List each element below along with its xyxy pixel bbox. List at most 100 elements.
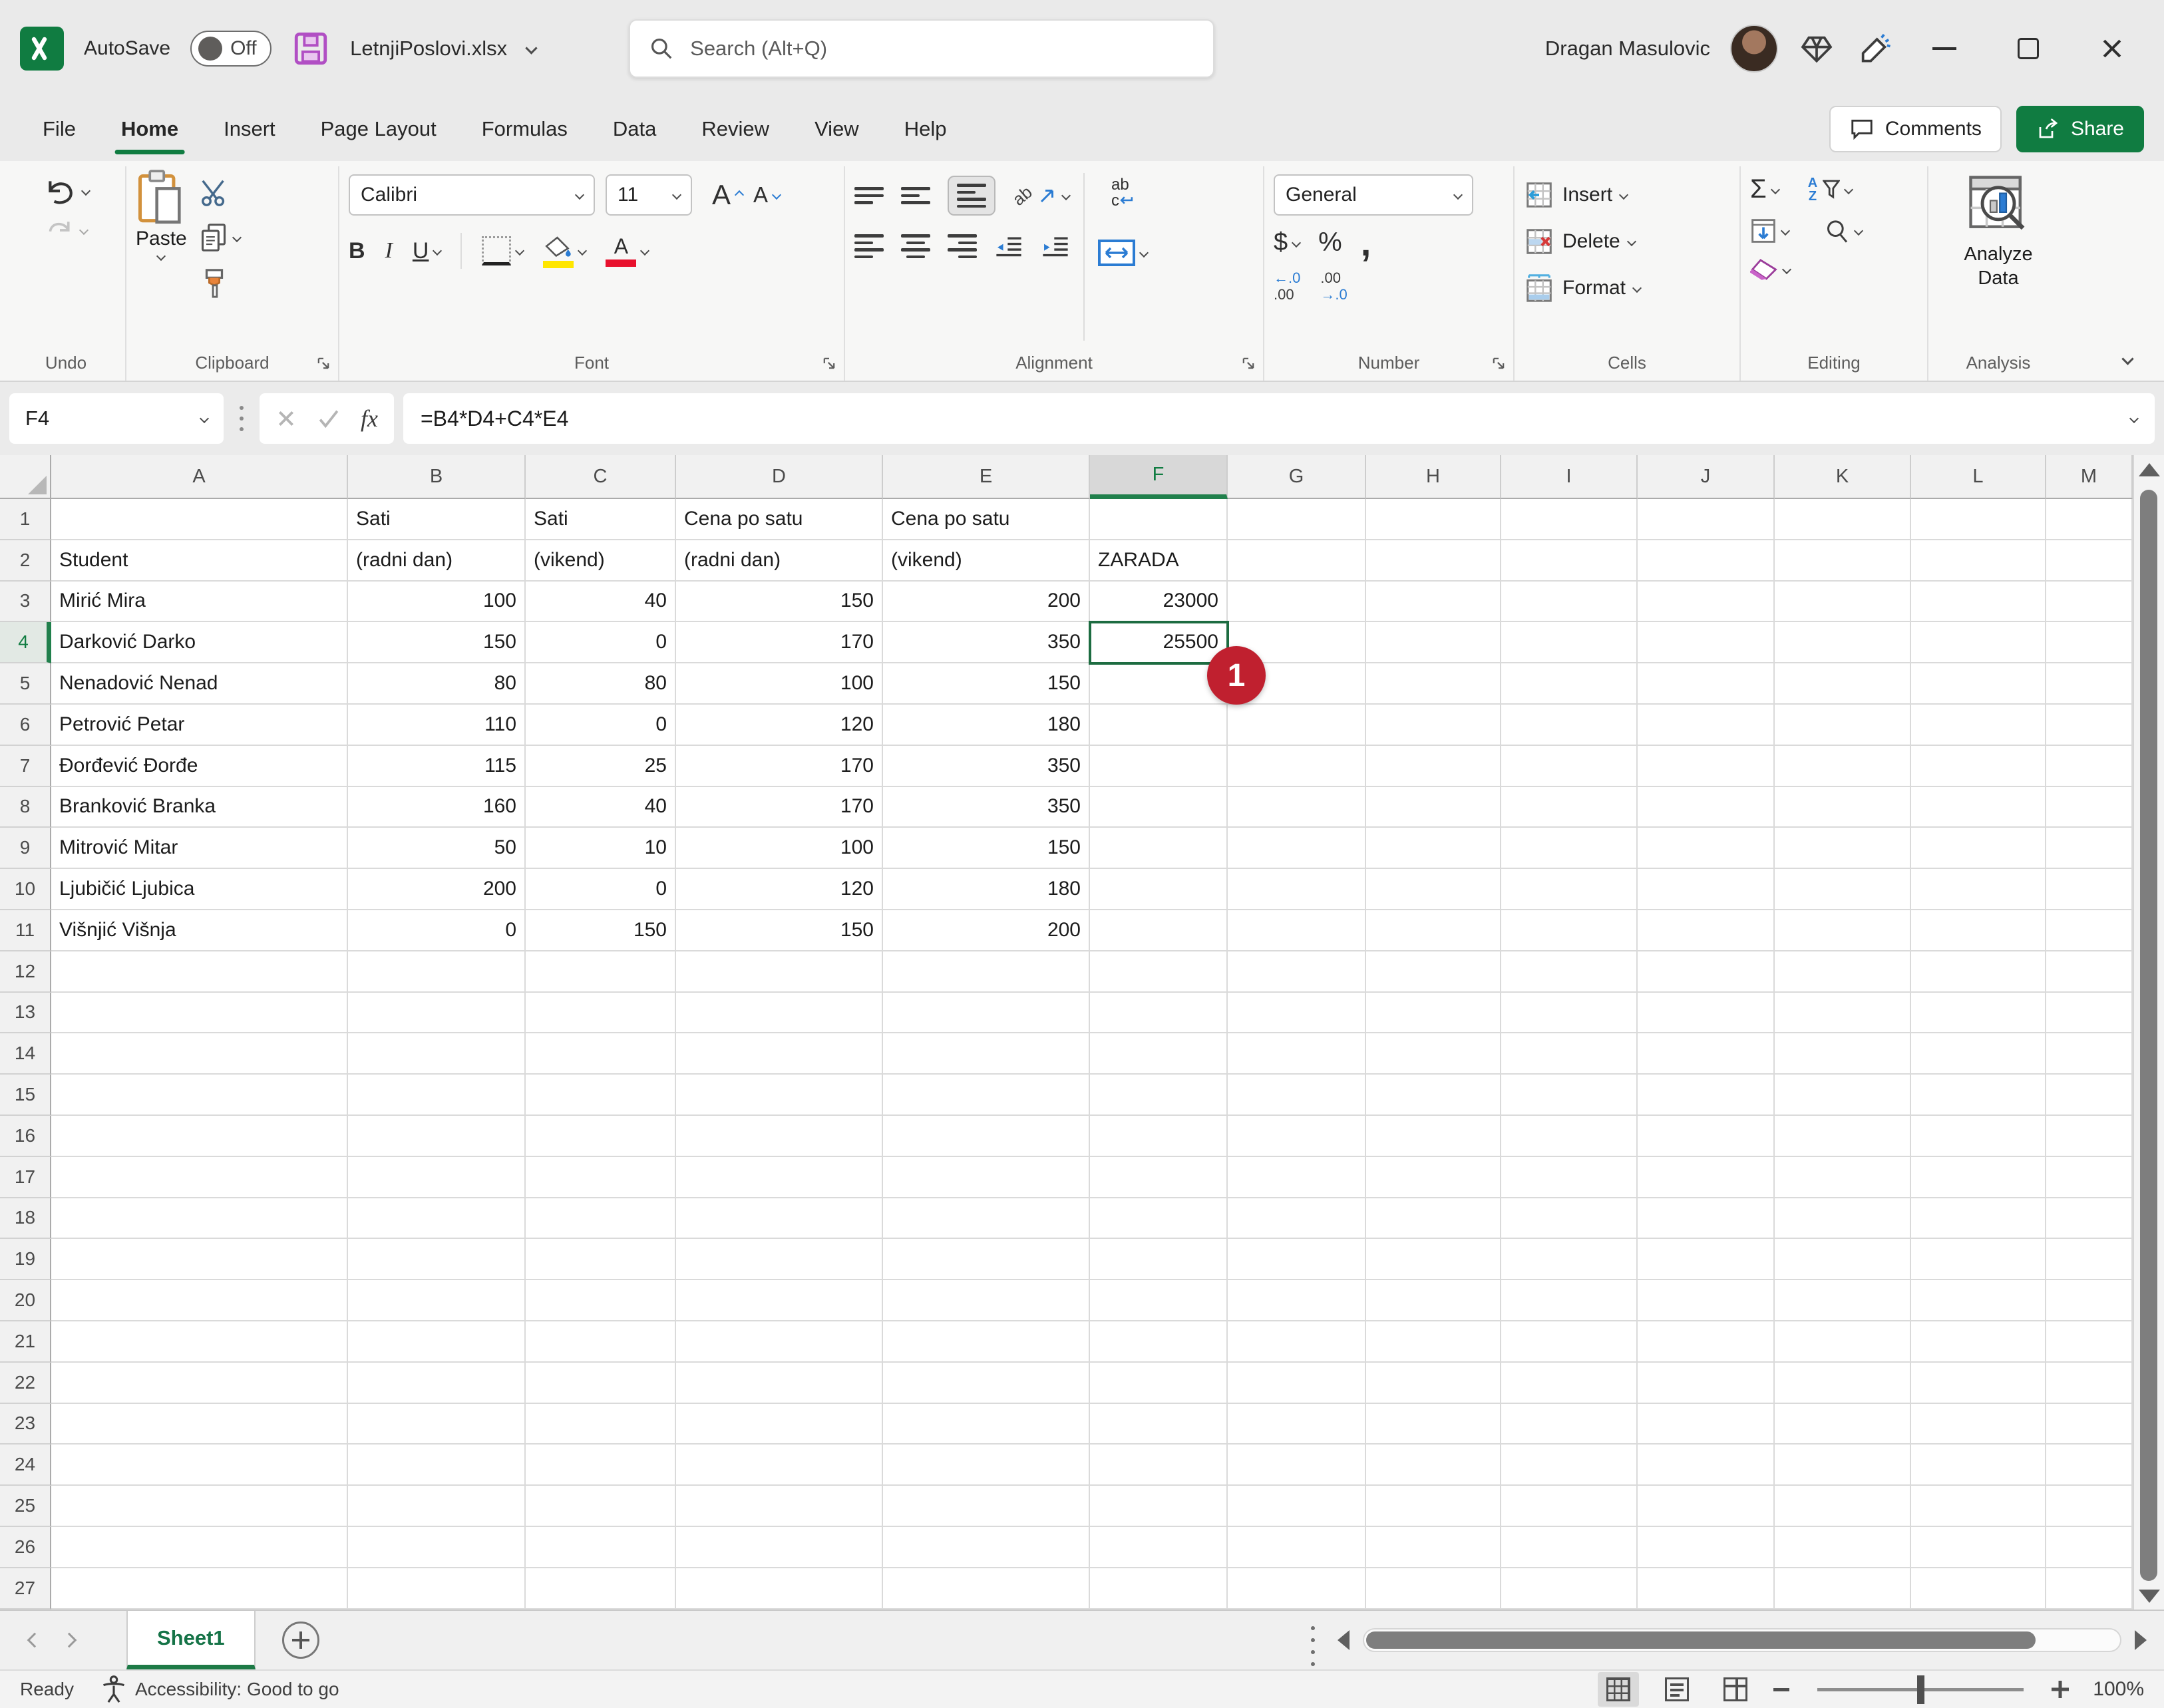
add-sheet-button[interactable] xyxy=(282,1622,319,1659)
col-header-L[interactable]: L xyxy=(1911,455,2046,499)
premium-diamond-icon[interactable] xyxy=(1798,30,1835,67)
cell-L15[interactable] xyxy=(1911,1075,2046,1116)
cell-B13[interactable] xyxy=(348,993,526,1034)
cell-H8[interactable] xyxy=(1366,787,1501,828)
number-format-select[interactable]: General xyxy=(1274,174,1473,216)
accessibility-status[interactable]: Accessibility: Good to go xyxy=(100,1675,339,1704)
cell-L5[interactable] xyxy=(1911,663,2046,705)
cell-L7[interactable] xyxy=(1911,746,2046,787)
cell-H17[interactable] xyxy=(1366,1157,1501,1198)
delete-cells-button[interactable]: Delete xyxy=(1524,218,1730,265)
cell-B14[interactable] xyxy=(348,1033,526,1075)
top-align-button[interactable] xyxy=(854,187,884,204)
cell-I13[interactable] xyxy=(1501,993,1638,1034)
cell-E16[interactable] xyxy=(883,1116,1090,1157)
cell-K3[interactable] xyxy=(1775,582,1911,623)
cell-M22[interactable] xyxy=(2046,1363,2133,1404)
cell-C14[interactable] xyxy=(526,1033,676,1075)
col-header-C[interactable]: C xyxy=(526,455,676,499)
cell-M3[interactable] xyxy=(2046,582,2133,623)
cell-L3[interactable] xyxy=(1911,582,2046,623)
cell-L10[interactable] xyxy=(1911,869,2046,910)
cell-F22[interactable] xyxy=(1090,1363,1228,1404)
cell-I3[interactable] xyxy=(1501,582,1638,623)
cell-D24[interactable] xyxy=(676,1445,883,1486)
cell-F9[interactable] xyxy=(1090,828,1228,869)
row-header-3[interactable]: 3 xyxy=(0,582,51,623)
middle-align-button[interactable] xyxy=(901,187,930,204)
format-painter-icon[interactable] xyxy=(199,267,230,299)
row-header-24[interactable]: 24 xyxy=(0,1445,51,1486)
cell-E11[interactable]: 200 xyxy=(883,910,1090,951)
name-box[interactable]: F4 xyxy=(9,393,224,444)
row-header-15[interactable]: 15 xyxy=(0,1075,51,1116)
cell-E15[interactable] xyxy=(883,1075,1090,1116)
cell-E4[interactable]: 350 xyxy=(883,622,1090,663)
cell-D2[interactable]: (radni dan) xyxy=(676,540,883,582)
cell-J5[interactable] xyxy=(1638,663,1775,705)
cell-D3[interactable]: 150 xyxy=(676,582,883,623)
cell-B7[interactable]: 115 xyxy=(348,746,526,787)
redo-chevron-down-icon[interactable] xyxy=(79,226,89,235)
cell-L21[interactable] xyxy=(1911,1321,2046,1363)
cell-K22[interactable] xyxy=(1775,1363,1911,1404)
cell-M26[interactable] xyxy=(2046,1527,2133,1568)
cell-E14[interactable] xyxy=(883,1033,1090,1075)
row-header-23[interactable]: 23 xyxy=(0,1404,51,1445)
cell-G23[interactable] xyxy=(1228,1404,1366,1445)
cell-D23[interactable] xyxy=(676,1404,883,1445)
row-header-27[interactable]: 27 xyxy=(0,1568,51,1610)
cell-I20[interactable] xyxy=(1501,1280,1638,1321)
cell-F21[interactable] xyxy=(1090,1321,1228,1363)
cell-E24[interactable] xyxy=(883,1445,1090,1486)
cell-A1[interactable] xyxy=(51,499,348,540)
cell-M8[interactable] xyxy=(2046,787,2133,828)
cell-J26[interactable] xyxy=(1638,1527,1775,1568)
cell-J19[interactable] xyxy=(1638,1239,1775,1280)
zoom-in-button[interactable] xyxy=(2052,1681,2069,1698)
cell-G11[interactable] xyxy=(1228,910,1366,951)
close-button[interactable] xyxy=(2080,19,2144,79)
undo-chevron-down-icon[interactable] xyxy=(81,186,90,196)
cell-A21[interactable] xyxy=(51,1321,348,1363)
cell-A13[interactable] xyxy=(51,993,348,1034)
col-header-K[interactable]: K xyxy=(1775,455,1911,499)
cell-E8[interactable]: 350 xyxy=(883,787,1090,828)
user-name[interactable]: Dragan Masulovic xyxy=(1545,37,1710,61)
cell-F7[interactable] xyxy=(1090,746,1228,787)
font-size-select[interactable]: 11 xyxy=(606,174,692,216)
borders-button[interactable] xyxy=(482,236,523,265)
cell-F12[interactable] xyxy=(1090,951,1228,993)
horizontal-scroll-thumb[interactable] xyxy=(1366,1631,2036,1649)
cell-D20[interactable] xyxy=(676,1280,883,1321)
col-header-M[interactable]: M xyxy=(2046,455,2133,499)
cell-F4[interactable]: 25500 xyxy=(1090,622,1228,663)
cell-M9[interactable] xyxy=(2046,828,2133,869)
cell-J22[interactable] xyxy=(1638,1363,1775,1404)
cell-C6[interactable]: 0 xyxy=(526,705,676,746)
cell-D13[interactable] xyxy=(676,993,883,1034)
cell-J6[interactable] xyxy=(1638,705,1775,746)
cell-E18[interactable] xyxy=(883,1198,1090,1240)
cell-L19[interactable] xyxy=(1911,1239,2046,1280)
cell-H25[interactable] xyxy=(1366,1486,1501,1527)
cell-B21[interactable] xyxy=(348,1321,526,1363)
cell-L26[interactable] xyxy=(1911,1527,2046,1568)
row-header-2[interactable]: 2 xyxy=(0,540,51,582)
cell-D8[interactable]: 170 xyxy=(676,787,883,828)
row-header-18[interactable]: 18 xyxy=(0,1198,51,1240)
cell-F3[interactable]: 23000 xyxy=(1090,582,1228,623)
cell-B5[interactable]: 80 xyxy=(348,663,526,705)
row-header-9[interactable]: 9 xyxy=(0,828,51,869)
cell-K8[interactable] xyxy=(1775,787,1911,828)
cell-K5[interactable] xyxy=(1775,663,1911,705)
cell-E21[interactable] xyxy=(883,1321,1090,1363)
cell-E19[interactable] xyxy=(883,1239,1090,1280)
tab-page-layout[interactable]: Page Layout xyxy=(298,96,459,161)
hscroll-right-icon[interactable] xyxy=(2135,1630,2147,1650)
cell-C7[interactable]: 25 xyxy=(526,746,676,787)
scroll-up-icon[interactable] xyxy=(2139,463,2160,476)
vertical-scroll-thumb[interactable] xyxy=(2140,490,2157,1581)
cell-L24[interactable] xyxy=(1911,1445,2046,1486)
cell-I23[interactable] xyxy=(1501,1404,1638,1445)
